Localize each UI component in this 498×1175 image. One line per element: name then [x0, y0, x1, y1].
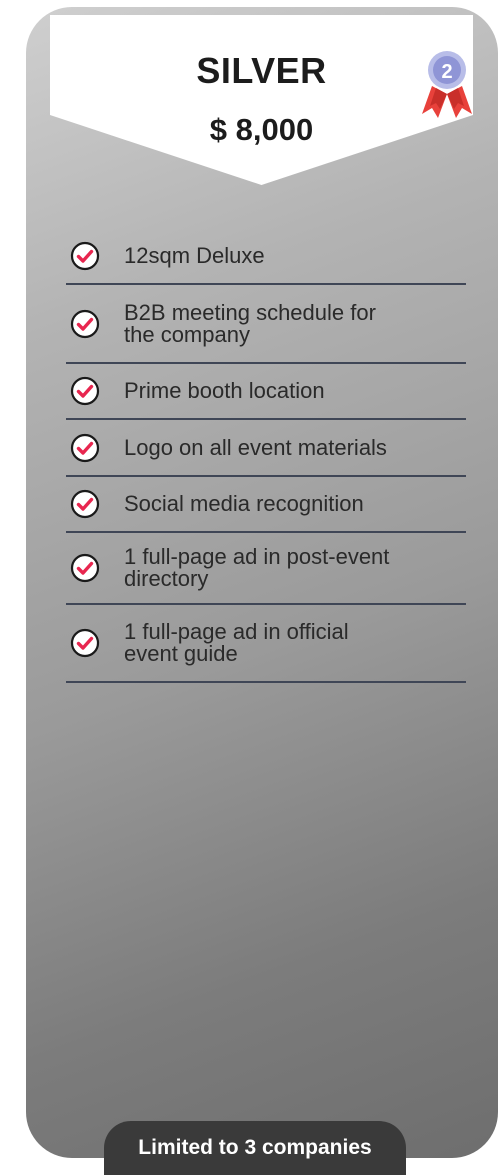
feature-item: Logo on all event materials: [66, 420, 466, 477]
feature-item: Social media recognition: [66, 477, 466, 533]
feature-label: Logo on all event materials: [124, 434, 387, 460]
check-circle-icon: [70, 376, 100, 406]
check-circle-icon: [70, 489, 100, 519]
feature-item: 12sqm Deluxe: [66, 228, 466, 285]
silver-medal-icon: 2: [422, 51, 472, 118]
check-circle-icon: [70, 433, 100, 462]
feature-label: B2B meeting schedule for the company: [124, 299, 376, 347]
availability-badge: Limited to 3 companies: [104, 1121, 406, 1175]
feature-label: Prime booth location: [124, 378, 325, 403]
feature-item: 1 full-page ad in official event guide: [66, 605, 466, 683]
feature-item: 1 full-page ad in post-event directory: [66, 533, 466, 605]
feature-item: B2B meeting schedule for the company: [66, 285, 466, 364]
feature-label: Social media recognition: [124, 491, 364, 516]
check-circle-icon: [70, 241, 100, 270]
feature-list: 12sqm Deluxe B2B meeting schedule for th…: [66, 228, 466, 683]
check-circle-icon: [70, 628, 100, 658]
medal-number: 2: [441, 61, 452, 83]
plan-price: $ 8,000: [209, 112, 314, 147]
plan-tier-title: SILVER: [196, 50, 327, 91]
check-circle-icon: [70, 553, 100, 583]
feature-label: 12sqm Deluxe: [124, 242, 265, 268]
feature-label: 1 full-page ad in post-event directory: [124, 544, 390, 591]
feature-item: Prime booth location: [66, 364, 466, 420]
check-circle-icon: [70, 309, 100, 338]
feature-label: 1 full-page ad in official event guide: [124, 619, 349, 666]
